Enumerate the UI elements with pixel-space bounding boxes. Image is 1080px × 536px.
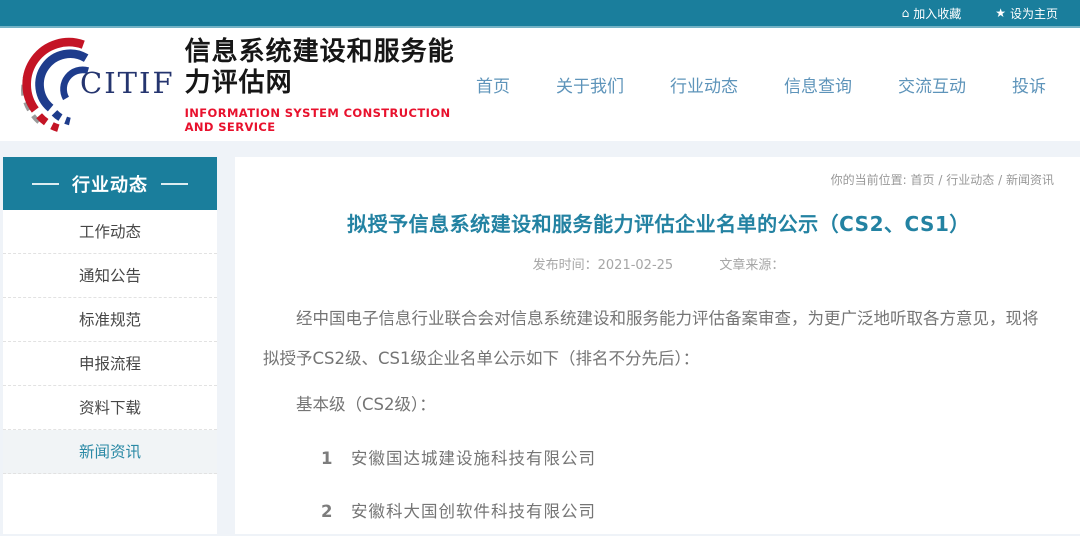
- article-paragraph: 经中国电子信息行业联合会对信息系统建设和服务能力评估备案审查，为更广泛地听取各方…: [263, 309, 1039, 368]
- breadcrumb-link-news[interactable]: 新闻资讯: [1006, 173, 1054, 187]
- publish-time-label: 发布时间：: [532, 258, 598, 273]
- nav-item-industry-news[interactable]: 行业动态: [670, 72, 738, 97]
- sidebar-title: 行业动态: [3, 157, 217, 210]
- article-source-label: 文章来源：: [719, 258, 785, 273]
- breadcrumb: 你的当前位置: 首页 / 行业动态 / 新闻资讯: [263, 171, 1054, 188]
- add-favorite-link[interactable]: ⌂ 加入收藏: [902, 5, 962, 22]
- breadcrumb-link-home[interactable]: 首页: [911, 173, 935, 187]
- nav-item-info-query[interactable]: 信息查询: [784, 72, 852, 97]
- dash-left-decoration: [32, 182, 59, 185]
- nav-item-about[interactable]: 关于我们: [556, 72, 624, 97]
- logo-citif-text: CITIF: [80, 65, 175, 100]
- nav-item-interaction[interactable]: 交流互动: [898, 72, 966, 97]
- company-name: 安徽国达城建设施科技有限公司: [351, 449, 596, 468]
- sidebar: 行业动态 工作动态 通知公告 标准规范 申报流程 资料下载 新闻资讯: [3, 157, 217, 534]
- main-nav: 首页 关于我们 行业动态 信息查询 交流互动 投诉: [476, 72, 1054, 97]
- sidebar-item-work-news[interactable]: 工作动态: [3, 210, 217, 254]
- company-row: 1 安徽国达城建设施科技有限公司: [263, 445, 1054, 469]
- nav-item-home[interactable]: 首页: [476, 72, 510, 97]
- dash-right-decoration: [161, 182, 188, 185]
- set-homepage-link[interactable]: ★ 设为主页: [995, 5, 1058, 22]
- set-homepage-label: 设为主页: [1009, 6, 1058, 21]
- star-icon: ★: [995, 6, 1006, 20]
- main-content-panel: 你的当前位置: 首页 / 行业动态 / 新闻资讯 拟授予信息系统建设和服务能力评…: [235, 157, 1080, 534]
- site-title: 信息系统建设和服务能力评估网: [184, 36, 455, 98]
- sidebar-item-standards[interactable]: 标准规范: [3, 298, 217, 342]
- company-name: 安徽科大国创软件科技有限公司: [351, 502, 596, 521]
- sidebar-item-news-active[interactable]: 新闻资讯: [3, 430, 217, 474]
- page-layout: 行业动态 工作动态 通知公告 标准规范 申报流程 资料下载 新闻资讯 你的当前位…: [0, 141, 1080, 534]
- site-subtitle: INFORMATION SYSTEM CONSTRUCTION AND SERV…: [184, 106, 451, 135]
- breadcrumb-label: 你的当前位置:: [830, 173, 907, 187]
- breadcrumb-separator: /: [938, 173, 943, 187]
- sidebar-item-downloads[interactable]: 资料下载: [3, 386, 217, 430]
- site-logo: CITIF: [14, 37, 175, 133]
- sidebar-title-label: 行业动态: [72, 174, 148, 196]
- article-body: 经中国电子信息行业联合会对信息系统建设和服务能力评估备案审查，为更广泛地听取各方…: [263, 299, 1054, 379]
- home-icon: ⌂: [901, 6, 910, 20]
- sidebar-item-notices[interactable]: 通知公告: [3, 254, 217, 298]
- header: CITIF 信息系统建设和服务能力评估网 INFORMATION SYSTEM …: [0, 28, 1080, 141]
- add-favorite-label: 加入收藏: [913, 6, 962, 21]
- site-titles: 信息系统建设和服务能力评估网 INFORMATION SYSTEM CONSTR…: [185, 37, 476, 134]
- sidebar-item-application-process[interactable]: 申报流程: [3, 342, 217, 386]
- sidebar-filler: [3, 474, 217, 534]
- topbar: ⌂ 加入收藏 ★ 设为主页: [0, 0, 1080, 28]
- company-number: 1: [321, 449, 333, 468]
- breadcrumb-link-industry-news[interactable]: 行业动态: [946, 173, 994, 187]
- breadcrumb-separator: /: [998, 173, 1003, 187]
- nav-item-complaint[interactable]: 投诉: [1012, 72, 1046, 97]
- article-title: 拟授予信息系统建设和服务能力评估企业名单的公示（CS2、CS1）: [347, 212, 970, 236]
- company-row: 2 安徽科大国创软件科技有限公司: [263, 498, 1054, 522]
- section-heading-cs2: 基本级（CS2级）：: [296, 395, 436, 414]
- company-list: 1 安徽国达城建设施科技有限公司 2 安徽科大国创软件科技有限公司: [263, 445, 1054, 522]
- article-meta: 发布时间：2021-02-25 文章来源：: [263, 254, 1054, 273]
- company-number: 2: [321, 502, 333, 521]
- publish-date: 2021-02-25: [597, 258, 674, 273]
